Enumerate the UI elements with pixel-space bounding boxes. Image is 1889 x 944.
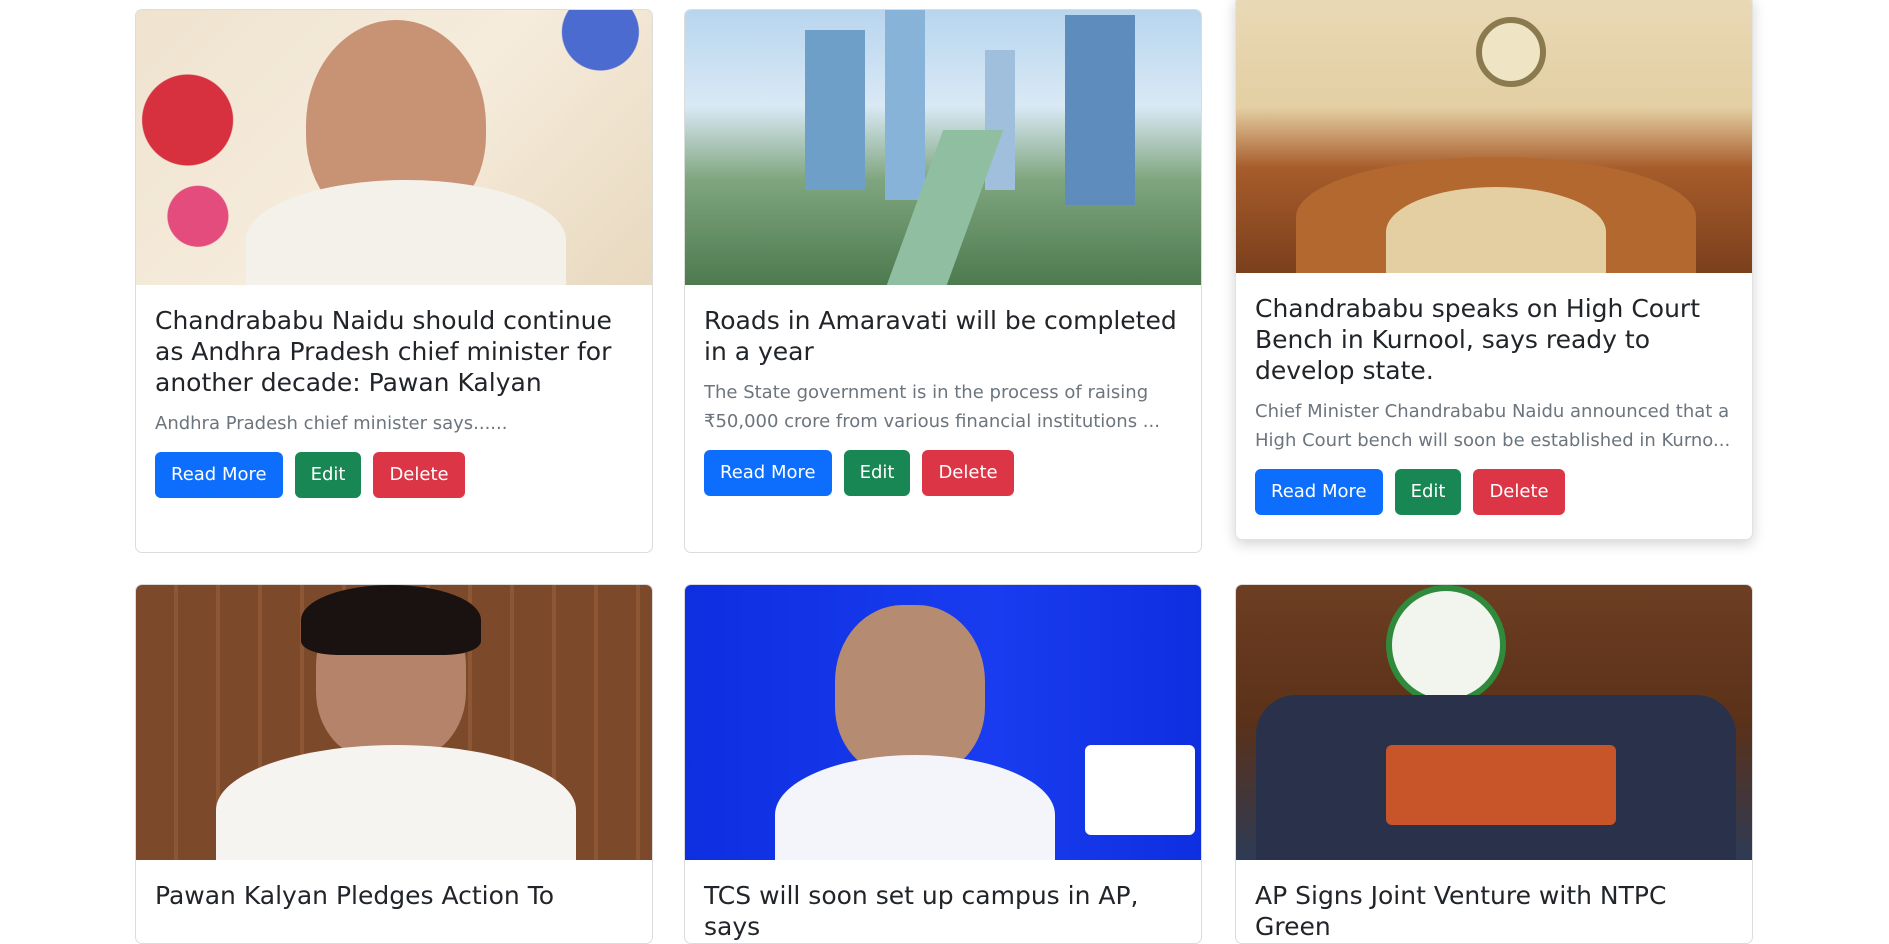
emblem-seal [1476, 17, 1546, 87]
news-thumbnail [136, 10, 652, 285]
logo-panel [1085, 745, 1195, 835]
tower-shape [985, 50, 1015, 190]
card-title: Pawan Kalyan Pledges Action To [155, 881, 555, 910]
news-card: Chandrababu Naidu should continue as And… [135, 9, 653, 553]
card-title: Chandrababu speaks on High Court Bench i… [1255, 294, 1700, 385]
read-more-button[interactable]: Read More [155, 452, 283, 498]
emblem-seal [1386, 585, 1506, 705]
news-thumbnail [1236, 0, 1752, 273]
portrait-shirt [246, 180, 566, 285]
card-title: TCS will soon set up campus in AP, says [704, 881, 1139, 941]
edit-button[interactable]: Edit [843, 450, 911, 496]
card-excerpt: Andhra Pradesh chief minister says...... [155, 413, 508, 434]
news-card: Chandrababu speaks on High Court Bench i… [1235, 0, 1753, 540]
portrait-shirt [775, 755, 1055, 860]
read-more-button[interactable]: Read More [704, 450, 832, 496]
delete-button[interactable]: Delete [1473, 469, 1565, 515]
read-more-button[interactable]: Read More [1255, 469, 1383, 515]
card-title: Roads in Amaravati will be completed in … [704, 306, 1177, 366]
tower-shape [805, 30, 865, 190]
card-excerpt: The State government is in the process o… [704, 382, 1160, 432]
delete-button[interactable]: Delete [922, 450, 1014, 496]
news-card: Roads in Amaravati will be completed in … [684, 9, 1202, 553]
news-card: Pawan Kalyan Pledges Action To [135, 584, 653, 944]
delete-button[interactable]: Delete [373, 452, 465, 498]
card-title: AP Signs Joint Venture with NTPC Green [1255, 881, 1667, 941]
news-card: AP Signs Joint Venture with NTPC Green [1235, 584, 1753, 944]
portrait-face [835, 605, 985, 775]
tower-shape [885, 10, 925, 200]
news-thumbnail [685, 585, 1201, 860]
news-card: TCS will soon set up campus in AP, says [684, 584, 1202, 944]
portrait-hair [301, 585, 481, 655]
edit-button[interactable]: Edit [1394, 469, 1462, 515]
tower-shape [1065, 15, 1135, 205]
portrait-shirt [216, 745, 576, 860]
card-title: Chandrababu Naidu should continue as And… [155, 306, 612, 397]
table-center [1386, 187, 1606, 273]
edit-button[interactable]: Edit [294, 452, 362, 498]
news-thumbnail [685, 10, 1201, 285]
signed-folder [1386, 745, 1616, 825]
news-thumbnail [136, 585, 652, 860]
news-thumbnail [1236, 585, 1752, 860]
card-excerpt: Chief Minister Chandrababu Naidu announc… [1255, 401, 1731, 451]
